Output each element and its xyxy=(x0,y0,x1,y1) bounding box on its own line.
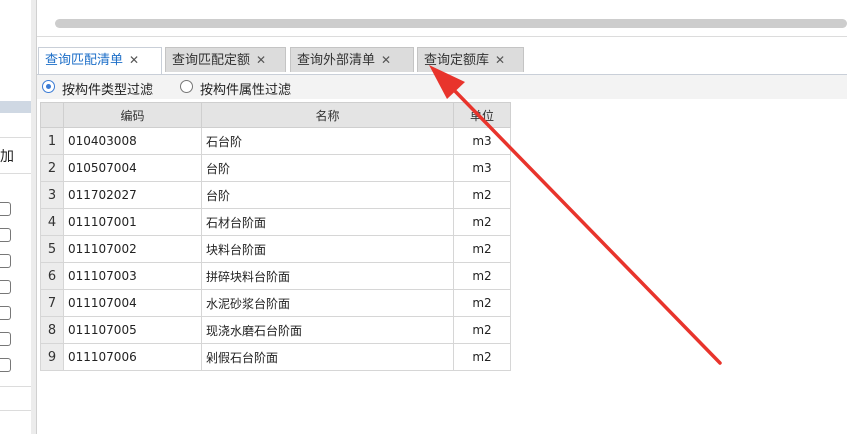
filter-bar: 按构件类型过滤 按构件属性过滤 xyxy=(37,75,847,99)
table-row[interactable]: 9 011107006 剁假石台阶面 m2 xyxy=(40,343,511,371)
tab-label: 查询匹配定额 xyxy=(172,53,251,68)
row-checkbox[interactable] xyxy=(0,228,11,242)
code-cell[interactable]: 010507004 xyxy=(63,154,202,182)
code-cell[interactable]: 011107001 xyxy=(63,208,202,236)
tab-label: 查询匹配清单 xyxy=(45,53,124,68)
row-index[interactable]: 5 xyxy=(40,235,64,263)
tab-query-matched-quota[interactable]: 查询匹配定额 ✕ xyxy=(165,47,286,72)
code-column-header[interactable]: 编码 xyxy=(63,102,202,128)
left-panel: 加 xyxy=(0,0,32,434)
close-icon[interactable]: ✕ xyxy=(381,53,391,67)
code-cell[interactable]: 011107004 xyxy=(63,289,202,317)
left-panel-header-bar xyxy=(0,101,31,113)
row-index[interactable]: 2 xyxy=(40,154,64,182)
filter-by-attribute-radio[interactable] xyxy=(180,80,193,93)
code-cell[interactable]: 010403008 xyxy=(63,127,202,155)
table-row[interactable]: 4 011107001 石材台阶面 m2 xyxy=(40,208,511,236)
tab-query-external-list[interactable]: 查询外部清单 ✕ xyxy=(290,47,414,72)
tab-label: 查询外部清单 xyxy=(297,53,376,68)
row-index[interactable]: 1 xyxy=(40,127,64,155)
unit-column-header[interactable]: 单位 xyxy=(453,102,511,128)
row-index[interactable]: 3 xyxy=(40,181,64,209)
code-cell[interactable]: 011107003 xyxy=(63,262,202,290)
tab-label: 查询定额库 xyxy=(424,53,490,68)
filter-by-type-radio[interactable] xyxy=(42,80,55,93)
left-panel-divider xyxy=(0,173,31,174)
name-cell[interactable]: 剁假石台阶面 xyxy=(201,343,454,371)
table-row[interactable]: 8 011107005 现浇水磨石台阶面 m2 xyxy=(40,316,511,344)
table-header-row: 编码 名称 单位 xyxy=(40,102,511,128)
code-cell[interactable]: 011107006 xyxy=(63,343,202,371)
row-index[interactable]: 6 xyxy=(40,262,64,290)
table-row[interactable]: 3 011702027 台阶 m2 xyxy=(40,181,511,209)
name-cell[interactable]: 拼碎块料台阶面 xyxy=(201,262,454,290)
row-index[interactable]: 7 xyxy=(40,289,64,317)
table-row[interactable]: 6 011107003 拼碎块料台阶面 m2 xyxy=(40,262,511,290)
row-index[interactable]: 4 xyxy=(40,208,64,236)
unit-cell[interactable]: m2 xyxy=(453,262,511,290)
close-icon[interactable]: ✕ xyxy=(495,53,505,67)
horizontal-scrollbar[interactable] xyxy=(55,19,847,28)
code-cell[interactable]: 011702027 xyxy=(63,181,202,209)
row-checkbox[interactable] xyxy=(0,202,11,216)
name-cell[interactable]: 块料台阶面 xyxy=(201,235,454,263)
table-row[interactable]: 2 010507004 台阶 m3 xyxy=(40,154,511,182)
table-row[interactable]: 5 011107002 块料台阶面 m2 xyxy=(40,235,511,263)
name-cell[interactable]: 台阶 xyxy=(201,154,454,182)
left-panel-divider xyxy=(0,410,31,411)
left-panel-column-label: 加 xyxy=(0,149,14,165)
row-checkbox[interactable] xyxy=(0,254,11,268)
unit-cell[interactable]: m2 xyxy=(453,289,511,317)
row-index[interactable]: 9 xyxy=(40,343,64,371)
unit-cell[interactable]: m2 xyxy=(453,316,511,344)
name-cell[interactable]: 石台阶 xyxy=(201,127,454,155)
row-index[interactable]: 8 xyxy=(40,316,64,344)
unit-cell[interactable]: m2 xyxy=(453,343,511,371)
unit-cell[interactable]: m2 xyxy=(453,208,511,236)
code-cell[interactable]: 011107002 xyxy=(63,235,202,263)
row-checkbox[interactable] xyxy=(0,280,11,294)
left-panel-divider xyxy=(0,137,31,138)
unit-cell[interactable]: m2 xyxy=(453,181,511,209)
left-panel-divider xyxy=(0,386,31,387)
unit-cell[interactable]: m2 xyxy=(453,235,511,263)
unit-cell[interactable]: m3 xyxy=(453,127,511,155)
name-cell[interactable]: 石材台阶面 xyxy=(201,208,454,236)
close-icon[interactable]: ✕ xyxy=(256,53,266,67)
name-cell[interactable]: 台阶 xyxy=(201,181,454,209)
index-column-header xyxy=(40,102,64,128)
unit-cell[interactable]: m3 xyxy=(453,154,511,182)
close-icon[interactable]: ✕ xyxy=(129,53,139,67)
tab-query-matched-list[interactable]: 查询匹配清单 ✕ xyxy=(38,47,162,74)
row-checkbox[interactable] xyxy=(0,332,11,346)
row-checkbox[interactable] xyxy=(0,306,11,320)
name-column-header[interactable]: 名称 xyxy=(201,102,454,128)
code-cell[interactable]: 011107005 xyxy=(63,316,202,344)
table-row[interactable]: 1 010403008 石台阶 m3 xyxy=(40,127,511,155)
row-checkbox[interactable] xyxy=(0,358,11,372)
filter-by-type-label[interactable]: 按构件类型过滤 xyxy=(62,79,153,98)
name-cell[interactable]: 水泥砂浆台阶面 xyxy=(201,289,454,317)
results-table: 编码 名称 单位 1 010403008 石台阶 m3 2 010507004 台阶 m3 3 0… xyxy=(40,102,511,371)
filter-by-attribute-label[interactable]: 按构件属性过滤 xyxy=(200,79,291,98)
table-row[interactable]: 7 011107004 水泥砂浆台阶面 m2 xyxy=(40,289,511,317)
tab-query-quota-library[interactable]: 查询定额库 ✕ xyxy=(417,47,524,72)
name-cell[interactable]: 现浇水磨石台阶面 xyxy=(201,316,454,344)
